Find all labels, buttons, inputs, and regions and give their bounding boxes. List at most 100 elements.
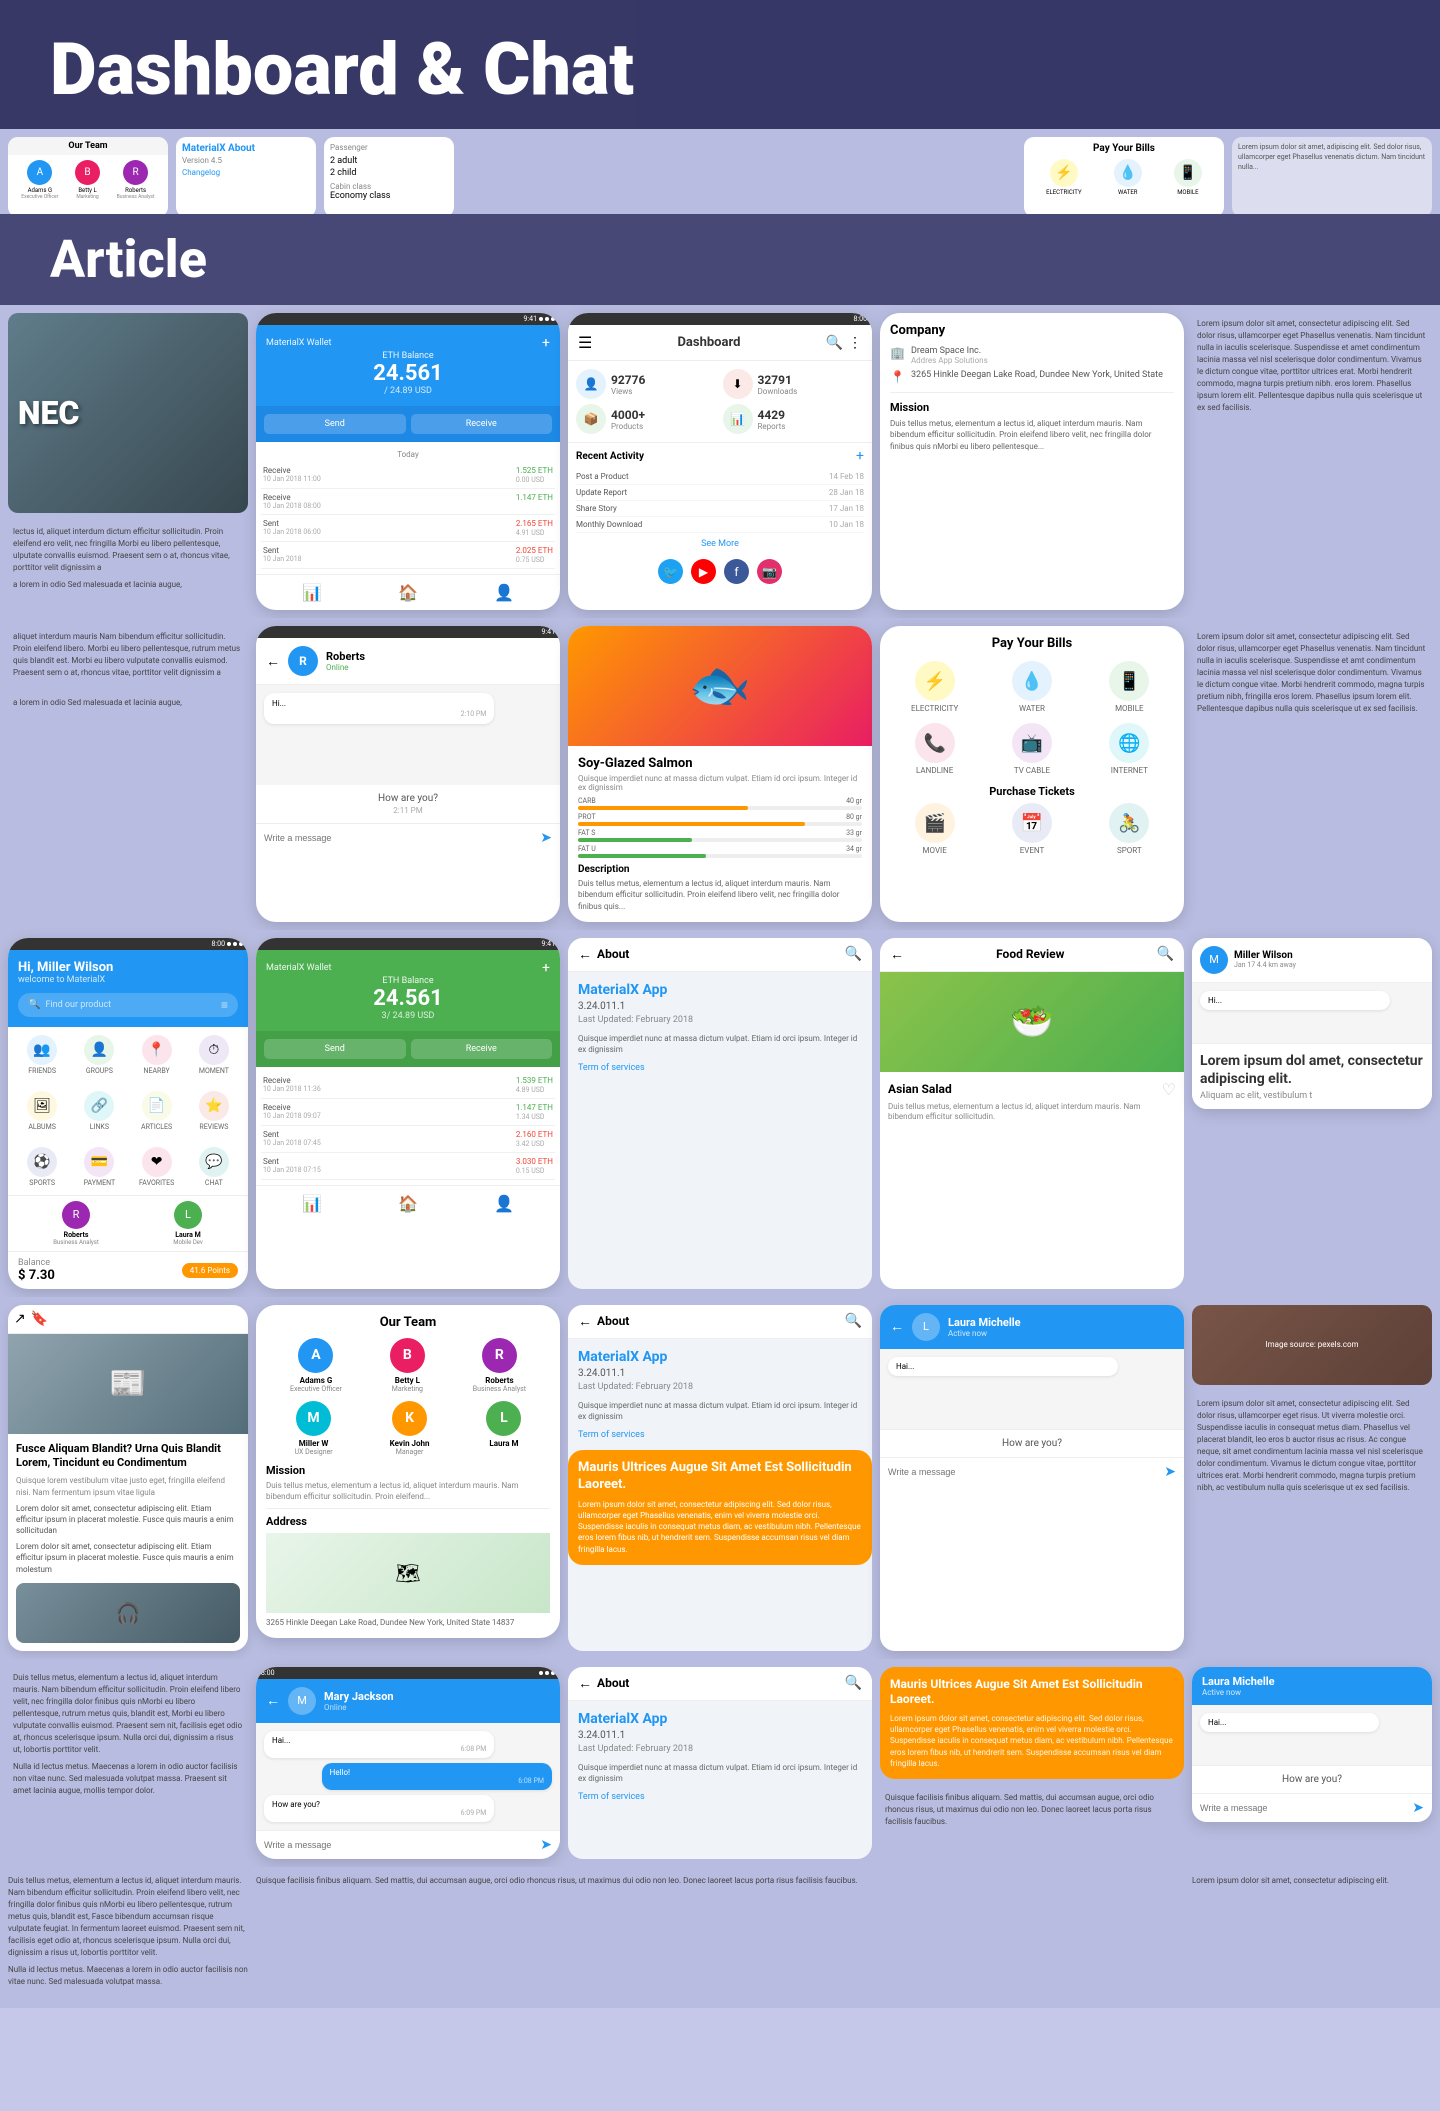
wallet-green-nav-home[interactable]: 🏠 — [398, 1194, 418, 1213]
ticket-sport[interactable]: 🚴 SPORT — [1085, 803, 1174, 855]
wallet-send-btn[interactable]: Send — [264, 414, 406, 434]
cat-nearby[interactable]: 📍 NEARBY — [131, 1035, 183, 1075]
laura-input[interactable] — [888, 1467, 1159, 1477]
about3-terms[interactable]: Term of services — [578, 1792, 862, 1802]
cat-friends[interactable]: 👥 FRIENDS — [16, 1035, 68, 1075]
cat-favorites[interactable]: ❤ FAVORITES — [131, 1147, 183, 1187]
maure-title: Mauris Ultrices Augue Sit Amet Est Solli… — [578, 1460, 862, 1494]
mary-input[interactable] — [264, 1840, 535, 1850]
movie-label: MOVIE — [923, 846, 947, 855]
food-long-desc: Duis tellus metus, elementum a lectus id… — [578, 878, 862, 912]
about2-version: 3.24.011.1 — [578, 1368, 862, 1379]
bill-tv[interactable]: 📺 TV CABLE — [987, 723, 1076, 775]
team-member-laura: L Laura M — [486, 1401, 521, 1456]
cat-groups[interactable]: 👤 GROUPS — [73, 1035, 125, 1075]
bottom-row: Duis tellus metus, elementum a lectus id… — [0, 1867, 1440, 2008]
cat-reviews[interactable]: ⭐ REVIEWS — [188, 1091, 240, 1131]
about-description: Quisque imperdiet nunc at massa dictum v… — [578, 1033, 862, 1055]
right-laura-input[interactable] — [1200, 1803, 1407, 1813]
passenger-adult: 2 adult — [330, 156, 448, 166]
food-review-search-icon[interactable]: 🔍 — [1157, 946, 1174, 962]
article-image: 📰 — [8, 1334, 248, 1434]
wallet-add-icon[interactable]: + — [542, 335, 550, 351]
roberts-avatar: R — [288, 646, 318, 676]
team-card: Our Team A Adams G Executive Officer B B… — [256, 1305, 560, 1639]
about3-search-icon[interactable]: 🔍 — [845, 1675, 862, 1691]
bill-electricity[interactable]: ⚡ ELECTRICITY — [890, 661, 979, 713]
heart-icon[interactable]: ♡ — [1162, 1080, 1176, 1099]
right-send-icon[interactable]: ➤ — [1412, 1800, 1424, 1816]
roberts-avatar-hi: R — [62, 1201, 90, 1229]
about2-back-icon[interactable]: ← — [578, 1313, 592, 1330]
about3-back-icon[interactable]: ← — [578, 1675, 592, 1692]
laura-send-icon[interactable]: ➤ — [1164, 1464, 1176, 1480]
green-tx-4: Sent10 Jan 2018 07:15 3.030 ETH0.15 USD — [261, 1153, 555, 1180]
wallet-green-receive[interactable]: Receive — [411, 1039, 553, 1059]
bookmark-icon[interactable]: 🔖 — [31, 1311, 48, 1327]
wallet-green-add-icon[interactable]: + — [542, 960, 550, 976]
bill-mobile[interactable]: 📱 MOBILE — [1085, 661, 1174, 713]
bill-internet[interactable]: 🌐 INTERNET — [1085, 723, 1174, 775]
filter-icon[interactable]: ≡ — [221, 998, 228, 1012]
address-text: 3265 Hinkle Deegan Lake Road, Dundee New… — [266, 1617, 550, 1628]
article-excerpt: Quisque lorem vestibulum vitae justo ege… — [16, 1475, 240, 1497]
dashboard-header: ☰ Dashboard 🔍 ⋮ — [568, 325, 872, 361]
instagram-icon[interactable]: 📷 — [757, 559, 782, 584]
mary-send-icon[interactable]: ➤ — [540, 1837, 552, 1853]
company-address: 3265 Hinkle Deegan Lake Road, Dundee New… — [911, 370, 1163, 380]
food-review-back-icon[interactable]: ← — [890, 946, 904, 963]
share-icon[interactable]: ↗ — [14, 1311, 26, 1327]
wallet-green-nav-person[interactable]: 👤 — [494, 1194, 514, 1213]
see-more[interactable]: See More — [576, 533, 864, 554]
mary-back-icon[interactable]: ← — [266, 1692, 280, 1709]
ticket-event[interactable]: 📅 EVENT — [987, 803, 1076, 855]
nutrition-carb: CARB40 gr — [578, 797, 862, 810]
nutrition-section: CARB40 gr PROT80 gr FAT S33 gr FAT U34 g… — [578, 797, 862, 858]
hi-search[interactable]: 🔍 Find our product ≡ — [18, 993, 238, 1017]
about-back-icon[interactable]: ← — [578, 946, 592, 963]
cat-albums[interactable]: 🖼 ALBUMS — [16, 1091, 68, 1131]
mary-jackson-card: 8:00 ← M Mary Jackson Online Hai... 6: — [256, 1667, 560, 1859]
dashboard-status-bar: 8:00 — [568, 313, 872, 325]
facebook-icon[interactable]: f — [724, 559, 749, 584]
miller-chat-panel: M Miller Wilson Jan 17 4.4 km away Hi...… — [1192, 938, 1432, 1109]
about-search-icon[interactable]: 🔍 — [845, 946, 862, 962]
activity-add-icon[interactable]: + — [856, 448, 864, 464]
back-arrow-icon[interactable]: ← — [266, 653, 280, 670]
wallet-nav-person[interactable]: 👤 — [494, 583, 514, 602]
passenger-mini-card: Passenger 2 adult 2 child Cabin class Ec… — [324, 137, 454, 214]
bill-landline[interactable]: 📞 LANDLINE — [890, 723, 979, 775]
about2-term[interactable]: Term of services — [578, 1430, 862, 1440]
term-of-services[interactable]: Term of services — [578, 1063, 862, 1073]
cat-sports[interactable]: ⚽ SPORTS — [16, 1147, 68, 1187]
send-icon[interactable]: ➤ — [540, 830, 552, 846]
twitter-icon[interactable]: 🐦 — [658, 559, 683, 584]
food-review-title: Food Review — [996, 947, 1064, 961]
wallet-nav-home[interactable]: 🏠 — [398, 583, 418, 602]
friends-icon: 👥 — [27, 1035, 57, 1065]
team-member-kevin: K Kevin John Manager — [390, 1401, 430, 1456]
wallet-receive-btn[interactable]: Receive — [411, 414, 553, 434]
wallet-green-send[interactable]: Send — [264, 1039, 406, 1059]
about2-search-icon[interactable]: 🔍 — [845, 1313, 862, 1329]
chat-roberts-input[interactable] — [264, 833, 535, 843]
cat-articles[interactable]: 📄 ARTICLES — [131, 1091, 183, 1131]
company-sub: Addres App Solutions — [911, 356, 988, 365]
bill-water[interactable]: 💧 WATER — [987, 661, 1076, 713]
cat-payment[interactable]: 💳 PAYMENT — [73, 1147, 125, 1187]
wallet-green-nav-chart[interactable]: 📊 — [302, 1194, 322, 1213]
cat-chat[interactable]: 💬 CHAT — [188, 1147, 240, 1187]
right-laura-status: Active now — [1202, 1688, 1422, 1697]
balance-points[interactable]: 41.6 Points — [182, 1263, 238, 1278]
cat-links[interactable]: 🔗 LINKS — [73, 1091, 125, 1131]
hi-wifi — [233, 942, 237, 946]
dashboard-more-icon[interactable]: ⋮ — [848, 335, 862, 351]
dashboard-search-icon[interactable]: 🔍 — [826, 335, 843, 351]
ticket-movie[interactable]: 🎬 MOVIE — [890, 803, 979, 855]
left-lorem-1: lectus id, aliquet interdum dictum effic… — [8, 521, 248, 596]
wallet-nav-chart[interactable]: 📊 — [302, 583, 322, 602]
dashboard-menu-icon[interactable]: ☰ — [578, 333, 592, 352]
laura-back-icon[interactable]: ← — [890, 1318, 904, 1335]
youtube-icon[interactable]: ▶ — [691, 559, 716, 584]
cat-moment[interactable]: ⏱ MOMENT — [188, 1035, 240, 1075]
